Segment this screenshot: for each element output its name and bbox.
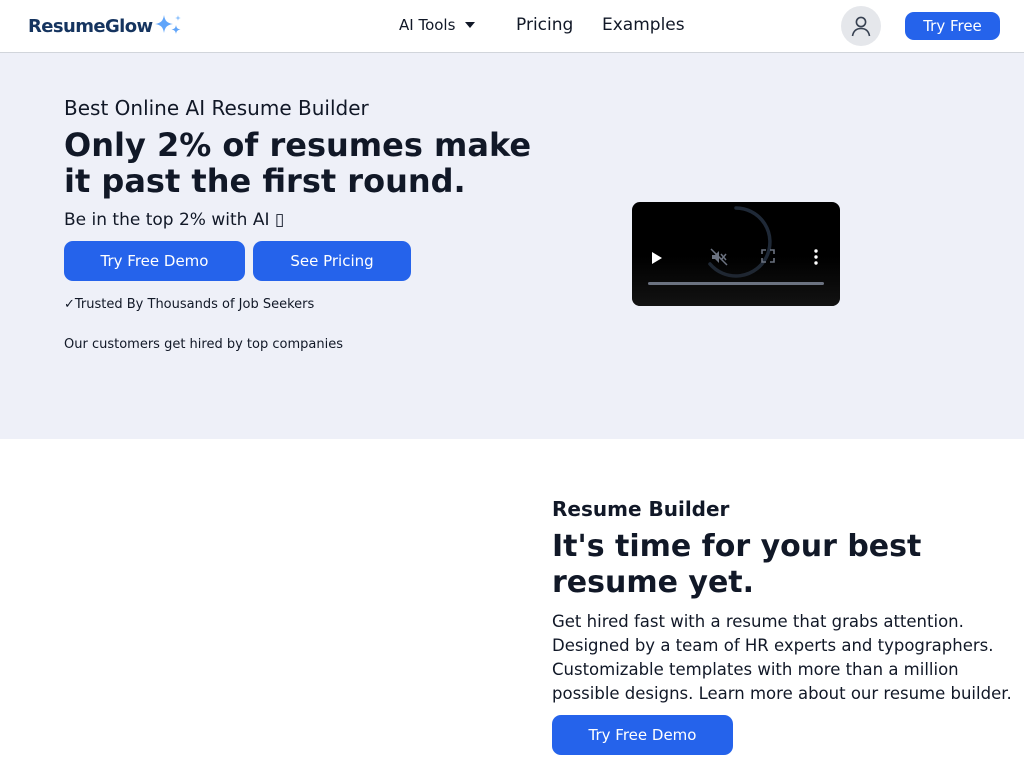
- customers-text: Our customers get hired by top companies: [64, 337, 343, 352]
- builder-title: It's time for your best resume yet.: [552, 529, 922, 600]
- logo-text: ResumeGlow: [28, 15, 153, 37]
- user-icon: [851, 16, 871, 37]
- nav-ai-tools-label: AI Tools: [399, 16, 456, 34]
- nav-ai-tools-dropdown[interactable]: AI Tools: [399, 16, 476, 34]
- video-progress-bar[interactable]: [648, 282, 824, 285]
- trusted-text: ✓Trusted By Thousands of Job Seekers: [64, 297, 315, 312]
- logo[interactable]: ResumeGlow: [28, 13, 185, 39]
- hero-subtitle: Be in the top 2% with AI ▯: [64, 210, 285, 230]
- try-free-demo-button[interactable]: Try Free Demo: [64, 241, 245, 281]
- see-pricing-button[interactable]: See Pricing: [253, 241, 411, 281]
- nav-pricing-link[interactable]: Pricing: [516, 15, 573, 35]
- builder-kicker: Resume Builder: [552, 497, 730, 521]
- play-icon[interactable]: [650, 250, 664, 266]
- site-header: ResumeGlow AI Tools Pricing Examples Try…: [0, 0, 1024, 53]
- builder-description: Get hired fast with a resume that grabs …: [552, 612, 1012, 703]
- more-options-icon[interactable]: [813, 249, 819, 265]
- caret-down-icon: [465, 22, 476, 28]
- account-avatar-button[interactable]: [841, 6, 881, 46]
- hero-section: Best Online AI Resume Builder Only 2% of…: [0, 53, 1024, 439]
- hero-eyebrow: Best Online AI Resume Builder: [64, 96, 369, 120]
- demo-video-player[interactable]: [632, 202, 840, 306]
- fullscreen-icon[interactable]: [761, 249, 775, 263]
- mute-icon[interactable]: [710, 248, 728, 266]
- nav-examples-link[interactable]: Examples: [602, 15, 685, 35]
- sparkle-icon: [154, 15, 181, 34]
- builder-try-free-demo-button[interactable]: Try Free Demo: [552, 715, 733, 755]
- hero-title: Only 2% of resumes make it past the firs…: [64, 126, 532, 200]
- try-free-button[interactable]: Try Free: [905, 12, 1000, 40]
